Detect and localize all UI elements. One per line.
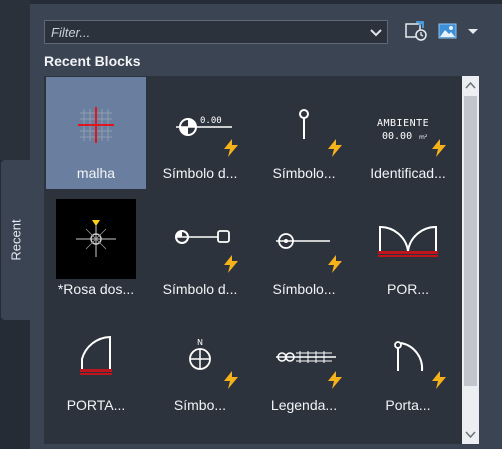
block-label: POR... bbox=[386, 281, 429, 297]
single-door-icon bbox=[56, 315, 136, 395]
block-label: malha bbox=[76, 165, 116, 181]
svg-text:AMBIENTE: AMBIENTE bbox=[377, 118, 429, 129]
block-label: Símbolo d... bbox=[162, 165, 238, 181]
section-title: Recent Blocks bbox=[44, 53, 141, 69]
filter-input[interactable] bbox=[45, 21, 375, 43]
block-tile[interactable]: 0.00 Símbolo d... bbox=[150, 77, 250, 189]
block-label: Identificad... bbox=[370, 165, 446, 181]
block-tile[interactable]: AMBIENTE 00.00 m² Identificad... bbox=[358, 77, 458, 189]
scrollbar-thumb[interactable] bbox=[464, 96, 477, 386]
svg-text:m²: m² bbox=[419, 134, 428, 141]
lightning-icon bbox=[328, 371, 342, 389]
block-tile-malha[interactable]: malha bbox=[46, 77, 146, 189]
sync-clock-icon[interactable] bbox=[404, 20, 428, 42]
scroll-down-icon[interactable] bbox=[465, 429, 476, 440]
panel-top-edge bbox=[30, 0, 502, 4]
grid-crosshair-icon bbox=[56, 83, 136, 163]
image-view-icon[interactable] bbox=[438, 20, 458, 42]
block-label: *Rosa dos... bbox=[57, 281, 135, 297]
lightning-icon bbox=[432, 139, 446, 157]
svg-text:00.00: 00.00 bbox=[382, 131, 412, 142]
block-label: Porta... bbox=[385, 397, 431, 413]
block-label: Símbolo... bbox=[272, 165, 336, 181]
lightning-icon bbox=[432, 371, 446, 389]
block-tile[interactable]: *Rosa dos... bbox=[46, 193, 146, 305]
dropdown-caret-icon[interactable] bbox=[466, 20, 480, 42]
lightning-icon bbox=[224, 139, 238, 157]
block-tile[interactable]: PORTA... bbox=[46, 309, 146, 421]
block-label: Símbolo... bbox=[272, 281, 336, 297]
block-label: Legenda... bbox=[270, 397, 338, 413]
lightning-icon bbox=[328, 255, 342, 273]
compass-rose-icon bbox=[56, 199, 136, 279]
block-label: Símbolo d... bbox=[162, 281, 238, 297]
svg-text:N: N bbox=[197, 338, 203, 347]
block-tile[interactable]: POR... bbox=[358, 193, 458, 305]
scroll-up-icon[interactable] bbox=[465, 80, 476, 91]
filter-dropdown[interactable] bbox=[44, 20, 388, 44]
block-tile[interactable]: Símbolo... bbox=[254, 77, 354, 189]
double-door-icon bbox=[368, 199, 448, 279]
block-label: PORTA... bbox=[66, 397, 126, 413]
tab-recent[interactable]: Recent bbox=[1, 160, 30, 320]
lightning-icon bbox=[224, 371, 238, 389]
block-label: Símbo... bbox=[173, 397, 227, 413]
lightning-icon bbox=[224, 255, 238, 273]
svg-text:0.00: 0.00 bbox=[200, 116, 222, 126]
block-tile[interactable]: Porta... bbox=[358, 309, 458, 421]
block-tile[interactable]: Símbolo d... bbox=[150, 193, 250, 305]
tab-recent-label: Recent bbox=[8, 219, 23, 261]
block-tile[interactable]: N Símbo... bbox=[150, 309, 250, 421]
block-tile[interactable]: Legenda... bbox=[254, 309, 354, 421]
lightning-icon bbox=[328, 139, 342, 157]
vertical-scrollbar[interactable] bbox=[462, 76, 479, 444]
block-tile[interactable]: Símbolo... bbox=[254, 193, 354, 305]
blocks-grid: malha 0.00 Símbolo d... Símbolo... AMBIE… bbox=[44, 76, 462, 444]
chevron-down-icon[interactable] bbox=[369, 25, 383, 39]
side-tab-strip-top bbox=[0, 0, 30, 160]
